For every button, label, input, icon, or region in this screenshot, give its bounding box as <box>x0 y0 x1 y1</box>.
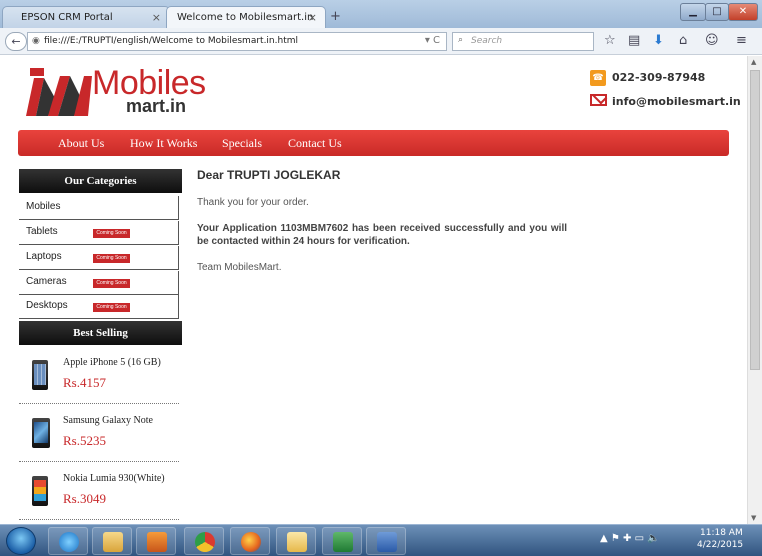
browser-nav-bar: ← ◉ file:///E:/TRUPTI/english/Welcome to… <box>0 28 762 55</box>
mail-icon[interactable] <box>276 527 316 555</box>
signoff-text: Team MobilesMart. <box>197 262 282 273</box>
category-item-mobiles[interactable]: Mobiles <box>19 196 179 220</box>
menu-item-contact-us[interactable]: Contact Us <box>288 136 342 151</box>
category-item-cameras[interactable]: Cameras Coming Soon <box>19 271 179 295</box>
category-item-laptops[interactable]: Laptops Coming Soon <box>19 246 179 270</box>
clock-date[interactable]: 4/22/2015 <box>697 540 743 550</box>
category-item-tablets[interactable]: Tablets Coming Soon <box>19 221 179 245</box>
categories-heading: Our Categories <box>19 169 182 193</box>
chrome-icon[interactable] <box>184 527 224 555</box>
bookmarks-list-icon[interactable]: ▤ <box>628 33 640 48</box>
product-item[interactable]: Nokia Lumia 930(White) Rs.3049 <box>19 462 179 520</box>
logo-subtext: mart.in <box>126 96 187 116</box>
back-button[interactable]: ← <box>5 32 27 51</box>
product-name[interactable]: Apple iPhone 5 (16 GB) <box>63 357 161 368</box>
tab-epson-crm[interactable]: EPSON CRM Portal × <box>2 6 170 28</box>
product-item[interactable]: Samsung Galaxy Note Rs.5235 <box>19 404 179 462</box>
home-icon[interactable]: ⌂ <box>679 33 687 48</box>
product-image-lumia[interactable] <box>32 476 48 506</box>
media-player-icon[interactable] <box>136 527 176 555</box>
product-price: Rs.4157 <box>63 375 106 390</box>
category-label: Cameras <box>26 276 67 287</box>
phone-number: 022-309-87948 <box>612 71 706 84</box>
category-label: Laptops <box>26 251 62 262</box>
thank-you-text: Thank you for your order. <box>197 197 309 208</box>
coming-soon-badge: Coming Soon <box>93 254 130 263</box>
system-tray[interactable]: ▲ ⚑ ✚ ▭ 🔈 <box>600 533 660 544</box>
file-explorer-icon[interactable] <box>92 527 132 555</box>
product-name[interactable]: Samsung Galaxy Note <box>63 415 153 426</box>
new-tab-button[interactable]: + <box>330 9 341 24</box>
product-image-galaxy-note[interactable] <box>32 418 50 448</box>
window-close-button[interactable]: ✕ <box>728 3 758 21</box>
menu-icon[interactable]: ≡ <box>736 33 747 48</box>
menu-item-about-us[interactable]: About Us <box>58 136 104 151</box>
browser-tab-strip: EPSON CRM Portal × Welcome to Mobilesmar… <box>0 0 762 28</box>
scroll-up-arrow-icon[interactable]: ▲ <box>751 58 756 66</box>
category-label: Tablets <box>26 226 58 237</box>
category-item-desktops[interactable]: Desktops Coming Soon <box>19 295 179 319</box>
scroll-thumb[interactable] <box>750 70 760 370</box>
menu-item-how-it-works[interactable]: How It Works <box>130 136 197 151</box>
best-selling-heading: Best Selling <box>19 321 182 345</box>
clock-time[interactable]: 11:18 AM <box>700 528 743 538</box>
tab-close-icon[interactable]: × <box>152 11 161 24</box>
download-icon[interactable]: ⬇ <box>653 33 664 48</box>
window-maximize-button[interactable]: □ <box>705 3 729 21</box>
product-price: Rs.3049 <box>63 491 106 506</box>
tab-title: EPSON CRM Portal <box>21 12 113 23</box>
tab-title: Welcome to Mobilesmart.in <box>177 12 314 23</box>
product-price: Rs.5235 <box>63 433 106 448</box>
url-bar[interactable]: ◉ file:///E:/TRUPTI/english/Welcome to M… <box>27 32 447 51</box>
url-text: file:///E:/TRUPTI/english/Welcome to Mob… <box>44 36 298 46</box>
coming-soon-badge: Coming Soon <box>93 303 130 312</box>
main-menu: About Us How It Works Specials Contact U… <box>18 130 729 156</box>
coming-soon-badge: Coming Soon <box>93 279 130 288</box>
menu-item-specials[interactable]: Specials <box>222 136 262 151</box>
search-input[interactable]: ⌕ Search <box>452 32 594 51</box>
mail-icon <box>590 94 607 106</box>
globe-icon: ◉ <box>32 36 40 46</box>
start-button[interactable] <box>6 527 36 555</box>
search-placeholder: Search <box>471 36 503 46</box>
product-image-iphone[interactable] <box>32 360 48 390</box>
email-address[interactable]: info@mobilesmart.in <box>612 95 741 108</box>
windows-taskbar: ▲ ⚑ ✚ ▭ 🔈 11:18 AM 4/22/2015 <box>0 524 762 556</box>
product-name[interactable]: Nokia Lumia 930(White) <box>63 473 165 484</box>
category-label: Desktops <box>26 300 68 311</box>
logo-icon[interactable] <box>26 66 92 116</box>
product-item[interactable]: Apple iPhone 5 (16 GB) Rs.4157 <box>19 346 179 404</box>
scroll-down-arrow-icon[interactable]: ▼ <box>751 514 756 522</box>
chat-icon[interactable]: ☺ <box>705 33 719 48</box>
tab-close-icon[interactable]: × <box>308 11 317 24</box>
firefox-icon[interactable] <box>230 527 270 555</box>
coming-soon-badge: Coming Soon <box>93 229 130 238</box>
reload-icon[interactable]: ▾ C <box>425 35 440 46</box>
window-minimize-button[interactable]: ▁ <box>680 3 706 21</box>
confirmation-message: Your Application 1103MBM7602 has been re… <box>197 223 567 247</box>
tab-mobilesmart[interactable]: Welcome to Mobilesmart.in × <box>166 6 326 28</box>
star-icon[interactable]: ☆ <box>604 33 616 48</box>
phone-icon: ☎ <box>590 70 606 86</box>
word-icon[interactable] <box>366 527 406 555</box>
category-label: Mobiles <box>26 201 61 212</box>
excel-icon[interactable] <box>322 527 362 555</box>
page-scrollbar[interactable]: ▲ ▼ <box>747 56 762 525</box>
internet-explorer-icon[interactable] <box>48 527 88 555</box>
search-icon: ⌕ <box>458 35 464 45</box>
greeting-heading: Dear TRUPTI JOGLEKAR <box>197 168 341 182</box>
